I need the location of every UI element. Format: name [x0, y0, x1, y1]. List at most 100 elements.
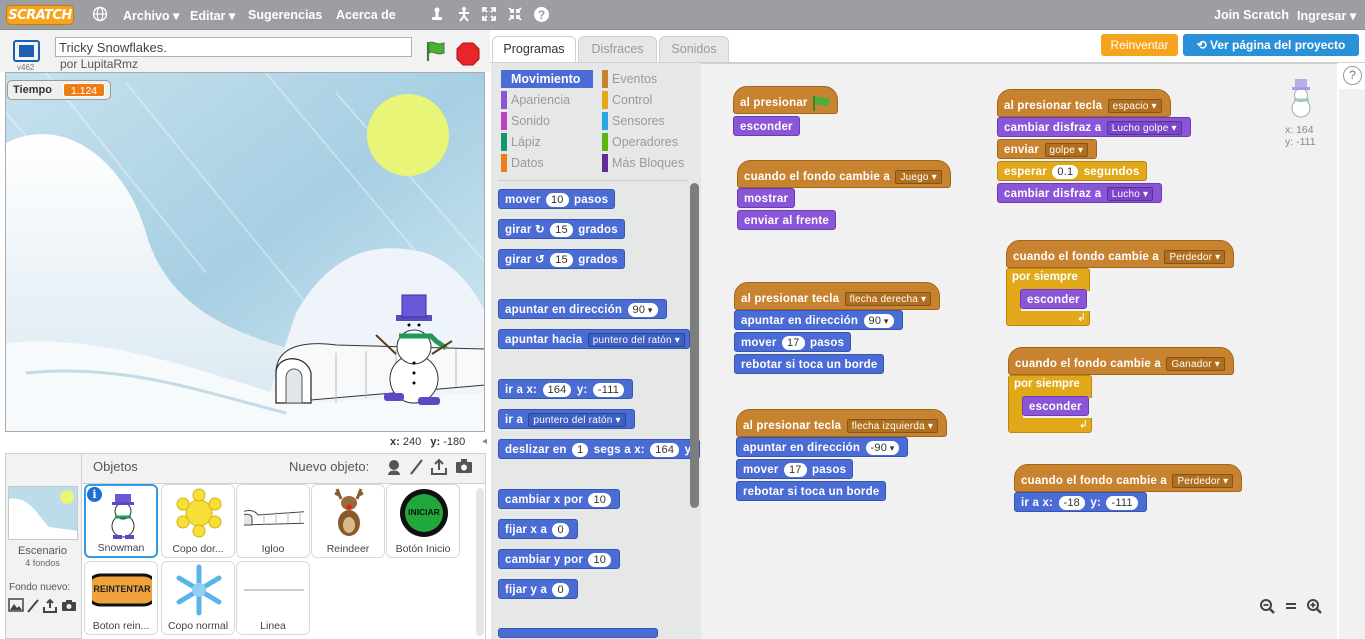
category-pen[interactable]: Lápiz	[501, 133, 593, 151]
script-block-switch-costume[interactable]: cambiar disfraz a Lucho	[997, 183, 1163, 203]
category-motion[interactable]: Movimiento	[501, 70, 593, 88]
help-icon[interactable]: ?	[1343, 66, 1362, 85]
sprite-tile-linea[interactable]: Linea	[236, 561, 310, 635]
menu-editar[interactable]: Editar ▾	[190, 8, 235, 23]
globe-icon[interactable]	[91, 6, 109, 24]
script-block-broadcast[interactable]: enviar golpe	[997, 139, 1098, 159]
sprite-tile-boton-reintentar[interactable]: REINTENTAR Boton rein...	[84, 561, 158, 635]
paint-backdrop-icon[interactable]	[25, 598, 41, 614]
palette-block-point-towards[interactable]: apuntar hacia puntero del ratón	[498, 329, 690, 349]
script-backdrop-hat[interactable]: cuando el fondo cambie a Juego	[737, 160, 951, 188]
grow-icon[interactable]	[480, 6, 498, 24]
palette-block-set-x[interactable]: fijar x a 0	[498, 519, 578, 539]
script-block-show[interactable]: mostrar	[737, 188, 796, 208]
sprite-library-icon[interactable]	[385, 458, 403, 476]
upload-backdrop-icon[interactable]	[42, 598, 58, 614]
palette-block-set-y[interactable]: fijar y a 0	[498, 579, 578, 599]
zoom-reset-icon[interactable]	[1282, 598, 1300, 616]
palette-block-move[interactable]: mover 10 pasos	[498, 189, 616, 209]
script-block-bounce[interactable]: rebotar si toca un borde	[736, 481, 887, 501]
current-sprite-thumbnail	[1291, 79, 1311, 118]
collapse-stage-arrow-icon[interactable]: ◂	[482, 436, 490, 450]
script-block-point-direction[interactable]: apuntar en dirección -90	[736, 437, 909, 457]
sprite-tile-reindeer[interactable]: Reindeer	[311, 484, 385, 558]
palette-block-partial[interactable]	[498, 628, 658, 638]
category-looks[interactable]: Apariencia	[501, 91, 593, 109]
tab-sonidos[interactable]: Sonidos	[659, 36, 729, 63]
script-block-goto-xy[interactable]: ir a x: -18 y: -111	[1014, 492, 1147, 512]
palette-block-turn-right[interactable]: girar ↻ 15 grados	[498, 219, 625, 239]
remix-button[interactable]: Reinventar	[1101, 34, 1178, 56]
duplicate-stamp-icon[interactable]	[428, 6, 446, 24]
script-key-left-hat[interactable]: al presionar tecla flecha izquierda	[736, 409, 948, 437]
join-scratch-link[interactable]: Join Scratch	[1214, 8, 1289, 22]
palette-block-point-direction[interactable]: apuntar en dirección 90	[498, 299, 667, 319]
help-circle-icon[interactable]: ?	[532, 6, 550, 24]
login-menu[interactable]: Ingresar ▾	[1297, 8, 1356, 23]
script-backdrop-hat[interactable]: cuando el fondo cambie a Ganador	[1008, 347, 1234, 375]
palette-block-goto-xy[interactable]: ir a x: 164 y: -111	[498, 379, 634, 399]
script-green-flag-hat[interactable]: al presionar	[733, 86, 838, 114]
sprite-list-scrollbar[interactable]	[476, 488, 484, 636]
script-block-hide[interactable]: esconder	[733, 116, 800, 136]
category-sound[interactable]: Sonido	[501, 112, 593, 130]
script-key-space-hat[interactable]: al presionar tecla espacio	[997, 89, 1171, 117]
script-block-move[interactable]: mover 17 pasos	[734, 332, 852, 352]
version-label: v462	[17, 63, 35, 72]
see-project-page-button[interactable]: ⟲ Ver página del proyecto	[1183, 34, 1359, 56]
script-block-switch-costume[interactable]: cambiar disfraz a Lucho golpe	[997, 117, 1191, 137]
camera-backdrop-icon[interactable]	[61, 598, 77, 614]
script-block-go-to-front[interactable]: enviar al frente	[737, 210, 837, 230]
project-title-input[interactable]	[55, 37, 412, 57]
stage-thumbnail[interactable]	[8, 486, 78, 540]
script-backdrop-hat[interactable]: cuando el fondo cambie a Perdedor	[1006, 240, 1235, 268]
scratch-logo[interactable]: SCRATCH	[6, 5, 74, 25]
palette-block-glide[interactable]: deslizar en 1 segs a x: 164 y	[498, 439, 700, 459]
menu-sugerencias[interactable]: Sugerencias	[248, 8, 322, 22]
script-block-point-direction[interactable]: apuntar en dirección 90	[734, 310, 903, 330]
category-data[interactable]: Datos	[501, 154, 593, 172]
category-control[interactable]: Control	[602, 91, 694, 109]
paint-sprite-icon[interactable]	[407, 458, 425, 476]
backdrop-count: 4 fondos	[25, 558, 60, 568]
sprite-tile-copo-dorado[interactable]: Copo dor...	[161, 484, 235, 558]
green-flag-icon[interactable]	[424, 40, 448, 62]
palette-scrollbar[interactable]	[690, 183, 699, 508]
shrink-icon[interactable]	[506, 6, 524, 24]
script-backdrop-hat[interactable]: cuando el fondo cambie a Perdedor	[1014, 464, 1243, 492]
category-sensing[interactable]: Sensores	[602, 112, 694, 130]
palette-block-change-y[interactable]: cambiar y por 10	[498, 549, 621, 569]
palette-block-turn-left[interactable]: girar ↺ 15 grados	[498, 249, 625, 269]
zoom-in-icon[interactable]	[1305, 598, 1323, 616]
script-block-wait[interactable]: esperar 0.1 segundos	[997, 161, 1147, 181]
category-operators[interactable]: Operadores	[602, 133, 694, 151]
tab-disfraces[interactable]: Disfraces	[578, 36, 657, 63]
backdrop-library-icon[interactable]	[8, 598, 24, 614]
script-key-right-hat[interactable]: al presionar tecla flecha derecha	[734, 282, 941, 310]
sprite-tile-boton-inicio[interactable]: INICIAR Botón Inicio	[386, 484, 460, 558]
palette-block-goto[interactable]: ir a puntero del ratón	[498, 409, 635, 429]
menu-acerca-de[interactable]: Acerca de	[336, 8, 396, 22]
fullscreen-icon[interactable]	[13, 40, 40, 62]
script-block-hide[interactable]: esconder	[1020, 289, 1087, 309]
category-more-blocks[interactable]: Más Bloques	[602, 154, 694, 172]
script-block-bounce[interactable]: rebotar si toca un borde	[734, 354, 885, 374]
delete-scissors-icon[interactable]	[455, 6, 473, 24]
category-events[interactable]: Eventos	[602, 70, 694, 88]
tab-programas[interactable]: Programas	[492, 36, 576, 63]
scripts-scrollbar[interactable]	[1339, 89, 1365, 639]
sprite-tile-snowman[interactable]: i Snowman	[84, 484, 158, 558]
sprite-tile-copo-normal[interactable]: Copo normal	[161, 561, 235, 635]
menu-archivo[interactable]: Archivo ▾	[123, 8, 179, 23]
sprite-tile-igloo[interactable]: Igloo	[236, 484, 310, 558]
palette-block-change-x[interactable]: cambiar x por 10	[498, 489, 621, 509]
upload-sprite-icon[interactable]	[430, 458, 448, 476]
zoom-out-icon[interactable]	[1258, 598, 1276, 616]
script-block-move[interactable]: mover 17 pasos	[736, 459, 854, 479]
script-block-hide[interactable]: esconder	[1022, 396, 1089, 416]
camera-sprite-icon[interactable]	[455, 458, 473, 476]
variable-monitor-tiempo[interactable]: Tiempo 1.124	[7, 80, 111, 100]
stop-sign-icon[interactable]	[456, 42, 480, 66]
stage-canvas[interactable]	[5, 72, 485, 432]
rotate-right-icon: ↻	[534, 224, 545, 236]
